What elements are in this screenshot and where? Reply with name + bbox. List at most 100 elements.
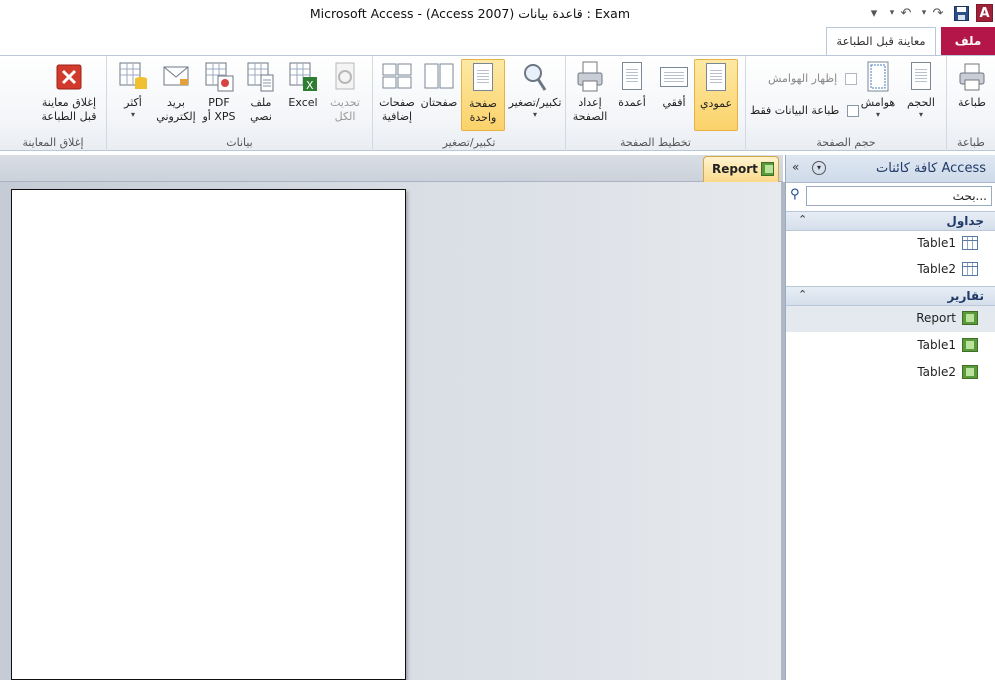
email-button[interactable]: بريد إلكتروني [153,59,199,131]
print-group-label: طباعة [957,136,985,149]
customize-toolbar-icon[interactable]: ▾ [866,4,882,22]
size-dropdown-icon: ▾ [918,110,923,119]
redo-icon[interactable]: ↷ [930,4,946,22]
email-icon [160,61,192,93]
pdf-xps-button[interactable]: PDF أو XPS [197,59,241,131]
list-item-table1[interactable]: Table1 [786,231,995,257]
nav-header: كافة كائنات Access ▾ « [786,155,995,183]
collapse-chevron-icon[interactable]: ⌃ [798,288,807,301]
portrait-label: عمودي [699,97,733,110]
excel-icon: X [287,61,319,93]
print-group: طباعة طباعة [946,56,995,151]
collapse-chevron-icon[interactable]: ⌃ [798,213,807,226]
close-preview-button[interactable]: إغلاق معاينة قبل الطباعة [30,59,108,131]
svg-text:X: X [306,79,314,92]
page-layout-group: عمودي أفقي أعمدة إعداد الصفحة تخطيط الصف… [565,56,745,151]
undo-dropdown-icon[interactable]: ▾ [884,4,900,22]
nav-menu-dropdown-icon[interactable]: ▾ [812,161,826,175]
search-icon[interactable]: ⚲ [790,187,800,202]
list-item-table2[interactable]: Table2 [786,257,995,283]
page-size-icon [905,61,937,93]
email-label: بريد إلكتروني [156,96,196,123]
nav-title[interactable]: كافة كائنات Access [876,161,986,176]
tab-print-preview[interactable]: معاينة قبل الطباعة [826,27,936,55]
table-icon [962,236,978,250]
list-item-report[interactable]: Report [786,306,995,332]
page-setup-label: إعداد الصفحة [572,96,608,123]
list-item-report-table1[interactable]: Table1 [786,333,995,359]
margins-label: هوامش [860,96,896,109]
print-data-only-checkbox[interactable]: طباعة البيانات فقط [750,104,859,117]
more-export-icon [117,61,149,93]
refresh-all-button[interactable]: تحديث الكل [323,59,367,131]
margins-dropdown-icon: ▾ [875,110,880,119]
redo-dropdown-icon[interactable]: ▾ [916,4,932,22]
margins-icon [862,61,894,93]
report-icon [761,162,774,176]
tab-file[interactable]: ملف [941,27,995,55]
page-size-group-label: حجم الصفحة [816,136,876,149]
magnifier-icon [519,61,551,93]
close-preview-label: إغلاق معاينة قبل الطباعة [41,96,97,123]
section-tables[interactable]: جداول ⌃ [786,211,995,231]
columns-icon [616,61,648,93]
list-item-label: Table2 [917,365,956,379]
document-tab-report[interactable]: Report [703,156,779,182]
more-pages-button[interactable]: صفحات إضافية [375,59,419,131]
zoom-button[interactable]: تكبير/تصغير ▾ [507,59,563,131]
close-preview-group: إغلاق معاينة قبل الطباعة إغلاق المعاينة [0,56,106,151]
navigation-pane: كافة كائنات Access ▾ « بحث... ⚲ جداول ⌃ … [785,155,995,680]
show-margins-check[interactable] [844,73,857,85]
two-pages-button[interactable]: صفحتان [417,59,461,131]
text-file-icon [245,61,277,93]
landscape-icon [658,61,690,93]
section-reports[interactable]: تقارير ⌃ [786,286,995,306]
portrait-icon [700,62,732,94]
refresh-all-label: تحديث الكل [330,96,360,123]
one-page-label: صفحة واحدة [469,97,497,124]
size-button[interactable]: الحجم ▾ [899,59,943,131]
print-data-only-check[interactable] [846,105,859,117]
columns-button[interactable]: أعمدة [610,59,654,131]
list-item-report-table2[interactable]: Table2 [786,360,995,386]
report-icon [962,338,978,352]
text-file-button[interactable]: ملف نصي [239,59,283,131]
list-item-label: Table1 [917,236,956,250]
nav-search-input[interactable]: بحث... [806,186,992,206]
one-page-button[interactable]: صفحة واحدة [461,59,505,131]
print-preview-page [11,189,406,680]
margins-button[interactable]: هوامش ▾ [856,59,900,131]
refresh-icon [329,61,361,93]
shutter-bar-close-icon[interactable]: « [792,160,799,174]
page-size-group: الحجم ▾ هوامش ▾ إظهار الهوامش طباعة البي… [745,56,946,151]
more-pages-label: صفحات إضافية [379,96,415,123]
two-pages-label: صفحتان [420,96,458,109]
undo-icon[interactable]: ↶ [898,4,914,22]
show-margins-checkbox[interactable]: إظهار الهوامش [768,72,857,85]
zoom-label: تكبير/تصغير [508,96,562,109]
portrait-button[interactable]: عمودي [694,59,738,131]
access-logo-icon[interactable]: A [976,4,993,22]
zoom-dropdown-icon: ▾ [532,110,537,119]
window-title: Microsoft Access - (Access 2007) قاعدة ب… [309,6,630,21]
list-item-label: Report [916,311,956,325]
more-button[interactable]: أكثر ▾ [111,59,155,131]
excel-button[interactable]: X Excel [281,59,325,131]
more-dropdown-icon: ▾ [130,110,135,119]
one-page-icon [467,62,499,94]
more-pages-icon [381,61,413,93]
report-icon [962,365,978,379]
section-tables-title: جداول [946,214,984,228]
data-group: تحديث الكل X Excel ملف نصي PDF أو XPS بر… [106,56,372,151]
print-button[interactable]: طباعة [950,59,994,131]
close-icon [53,61,85,93]
save-icon[interactable] [953,4,969,22]
landscape-button[interactable]: أفقي [652,59,696,131]
print-label: طباعة [958,96,986,109]
size-label: الحجم [907,96,935,109]
show-margins-label: إظهار الهوامش [768,72,838,85]
page-setup-button[interactable]: إعداد الصفحة [568,59,612,131]
report-icon [962,311,978,325]
list-item-label: Table2 [917,262,956,276]
text-file-label: ملف نصي [250,96,272,123]
